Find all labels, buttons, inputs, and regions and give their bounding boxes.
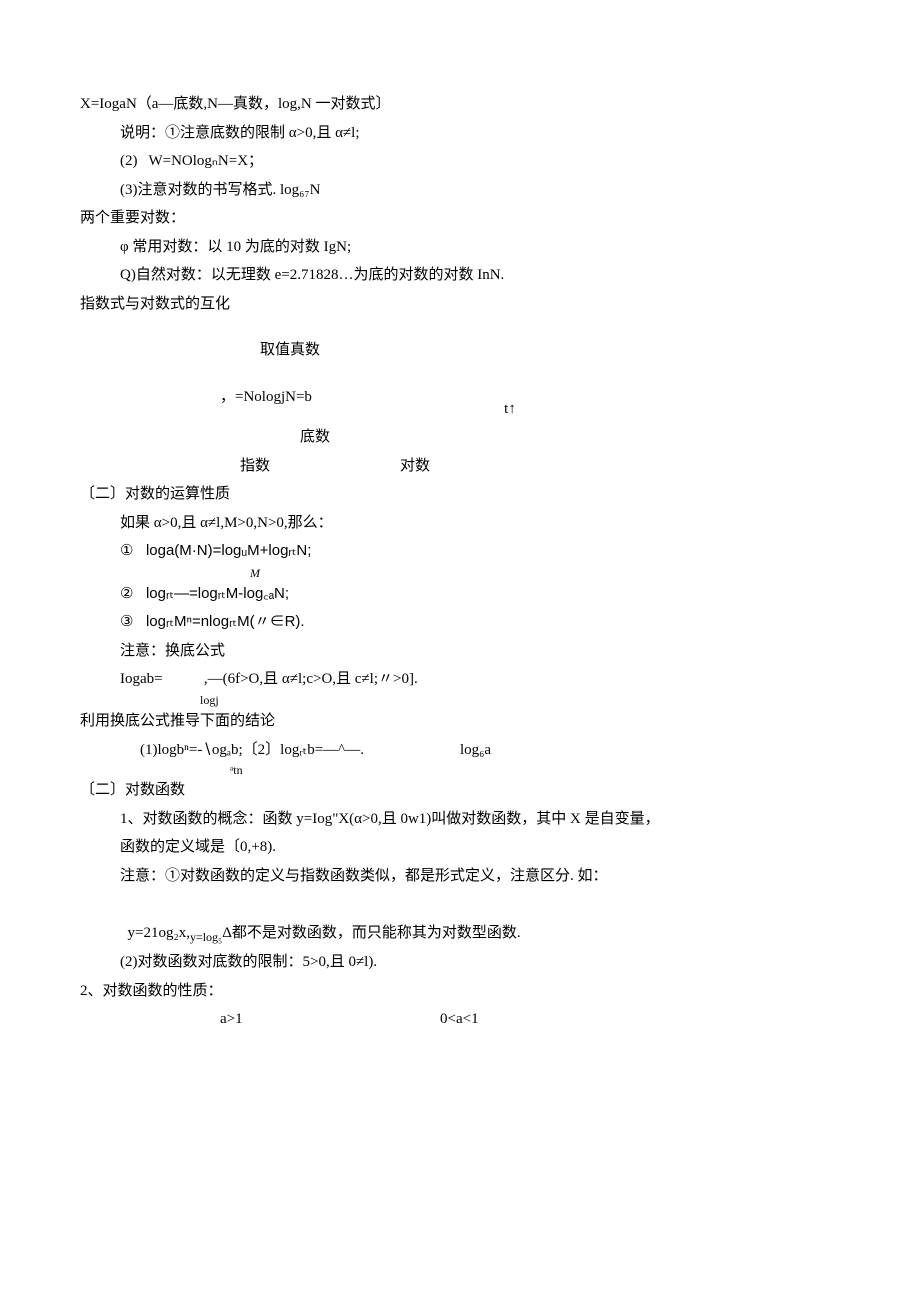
line-two-logs: 两个重要对数： — [80, 204, 840, 233]
text: ，=NologjN=b — [220, 389, 312, 405]
text: 对数 — [400, 458, 430, 474]
case-a-lt-1: 0<a<1 — [440, 1005, 720, 1034]
line-prop3: ③ logᵣₜMⁿ=nlogᵣₜM(〃∈R). — [80, 608, 840, 637]
spacer — [80, 318, 840, 336]
text: 0<a<1 — [440, 1011, 479, 1027]
line-value-true: 取值真数 — [80, 336, 840, 365]
text: 2、对数函数的性质： — [80, 983, 223, 999]
row-equation: ，=NologjN=b t↑ — [80, 383, 840, 424]
line-note-def: 注意：①对数函数的定义与指数函数类似，都是形式定义，注意区分. 如： — [80, 862, 840, 891]
line-prop2: ② logᵣₜ—=logᵣₜM-log꜀ₐN; — [80, 580, 840, 609]
line-change-base-note: 注意：换底公式 — [80, 637, 840, 666]
line-natural-log: Q)自然对数：以无理数 e=2.71828…为底的对数的对数 InN. — [80, 261, 840, 290]
col-right: t↑ — [360, 383, 660, 424]
text: a>1 — [220, 1011, 243, 1027]
line-exp-log-convert: 指数式与对数式的互化 — [80, 290, 840, 319]
line-prop1b: M — [80, 566, 840, 580]
text: (2) W=NOlogₙN=X； — [120, 153, 263, 169]
text: 函数的定义域是〔0,+8). — [120, 839, 276, 855]
line-if: 如果 α>0,且 α≠l,M>0,N>0,那么： — [80, 509, 840, 538]
section-log-props: 〔二〕对数的运算性质 — [80, 480, 840, 509]
col-left: ，=NologjN=b — [80, 383, 360, 424]
line-properties: 2、对数函数的性质： — [80, 977, 840, 1006]
line-common-log: φ 常用对数：以 10 为底的对数 IgN; — [80, 233, 840, 262]
spacer — [80, 365, 840, 383]
text-b: y=log₅ — [190, 930, 222, 944]
col-logarithm: 对数 — [360, 452, 660, 481]
text: 利用换底公式推导下面的结论 — [80, 713, 275, 729]
text: (3)注意对数的书写格式. log₆₇N — [120, 182, 320, 198]
case-a-gt-1: a>1 — [80, 1005, 440, 1034]
text: Iogab= ,—(6f>O,且 α≠l;c>O,且 c≠l;〃>0]. — [120, 671, 418, 687]
line-example: y=21og₂x,y=log₅Δ都不是对数函数，而只能称其为对数型函数. — [80, 890, 840, 948]
line-note1: 说明：①注意底数的限制 α>0,且 α≠l; — [80, 119, 840, 148]
text: 指数式与对数式的互化 — [80, 296, 230, 312]
line-base: 底数 — [80, 423, 840, 452]
text: 〔二〕对数函数 — [80, 782, 185, 798]
text: ᵃtn — [230, 763, 243, 777]
line-change-base: Iogab= ,—(6f>O,且 α≠l;c>O,且 c≠l;〃>0]. — [80, 665, 840, 694]
col-exponent: 指数 — [80, 452, 360, 481]
text: ③ logᵣₜMⁿ=nlogᵣₜM(〃∈R). — [120, 613, 305, 630]
text-left: (1)logbⁿ=-∖ogₐb;〔2〕logᵣₜb=—^—. — [140, 736, 460, 765]
text: logj — [200, 693, 219, 707]
text-c: Δ都不是对数函数，而只能称其为对数型函数. — [222, 925, 520, 941]
text: 〔二〕对数的运算性质 — [80, 486, 230, 502]
text: 两个重要对数： — [80, 210, 185, 226]
text: ① loga(M·N)=logᵤM+logᵣₜN; — [120, 542, 311, 559]
text: 说明：①注意底数的限制 α>0,且 α≠l; — [120, 125, 360, 141]
line-domain: 函数的定义域是〔0,+8). — [80, 833, 840, 862]
line-definition: X=IogaN（a—底数,N—真数，log,N 一对数式〕 — [80, 90, 840, 119]
text: 1、对数函数的概念：函数 y=Iog"X(α>0,且 0w1)叫做对数函数，其中… — [120, 811, 660, 827]
line-concept: 1、对数函数的概念：函数 y=Iog"X(α>0,且 0w1)叫做对数函数，其中… — [80, 805, 840, 834]
line-derive: 利用换底公式推导下面的结论 — [80, 707, 840, 736]
line-base-limit: (2)对数函数对底数的限制：5>0,且 0≠l). — [80, 948, 840, 977]
line-note3: (3)注意对数的书写格式. log₆₇N — [80, 176, 840, 205]
row-exp-log: 指数 对数 — [80, 452, 840, 481]
text: 注意：①对数函数的定义与指数函数类似，都是形式定义，注意区分. 如： — [120, 868, 608, 884]
text-a: y=21og₂x, — [128, 925, 190, 941]
line-prop1: ① loga(M·N)=logᵤM+logᵣₜN; — [80, 537, 840, 566]
text: M — [250, 566, 260, 580]
line-note2: (2) W=NOlogₙN=X； — [80, 147, 840, 176]
text-right: log₆a — [460, 736, 491, 765]
text: 注意：换底公式 — [120, 643, 225, 659]
line-change-base-denom: logj — [80, 694, 840, 707]
text: 取值真数 — [260, 342, 320, 358]
text: ② logᵣₜ—=logᵣₜM-log꜀ₐN; — [120, 585, 289, 602]
row-cases: a>1 0<a<1 — [80, 1005, 840, 1034]
text: t↑ — [504, 401, 516, 417]
text: 底数 — [300, 429, 330, 445]
section-log-func: 〔二〕对数函数 — [80, 776, 840, 805]
text: 指数 — [240, 458, 270, 474]
text: X=IogaN（a—底数,N—真数，log,N 一对数式〕 — [80, 96, 391, 112]
text: 如果 α>0,且 α≠l,M>0,N>0,那么： — [120, 515, 333, 531]
text: (2)对数函数对底数的限制：5>0,且 0≠l). — [120, 954, 377, 970]
text: φ 常用对数：以 10 为底的对数 IgN; — [120, 239, 351, 255]
line-derive-results: (1)logbⁿ=-∖ogₐb;〔2〕logᵣₜb=—^—. log₆a — [80, 736, 840, 765]
text: Q)自然对数：以无理数 e=2.71828…为底的对数的对数 InN. — [120, 267, 504, 283]
line-derive-sub: ᵃtn — [80, 764, 840, 776]
